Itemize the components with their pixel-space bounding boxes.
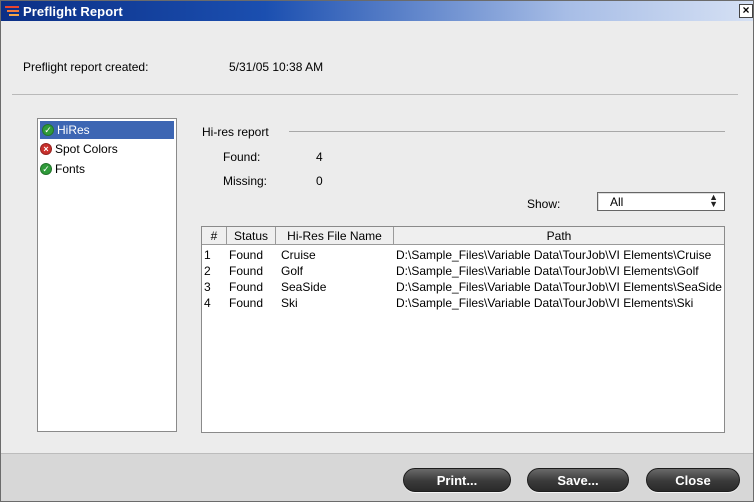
cell-path: D:\Sample_Files\Variable Data\TourJob\VI… [396, 280, 722, 294]
print-button[interactable]: Print... [403, 468, 511, 492]
cell-file-name: SeaSide [281, 280, 327, 294]
found-count: 4 [316, 150, 323, 164]
cell-file-name: Golf [281, 264, 304, 278]
button-bar [1, 453, 753, 501]
cell-status: Found [229, 296, 264, 310]
missing-count: 0 [316, 174, 323, 188]
cell-number: 1 [204, 248, 211, 262]
column-header-path[interactable]: Path [394, 227, 724, 245]
cell-number: 2 [204, 264, 211, 278]
table-row[interactable]: 2 Found Golf D:\Sample_Files\Variable Da… [202, 263, 724, 279]
category-label: HiRes [57, 123, 90, 137]
cell-file-name: Ski [281, 296, 298, 310]
category-item-fonts[interactable]: ✓ Fonts [38, 159, 176, 179]
close-button[interactable]: Close [646, 468, 740, 492]
category-label: Fonts [55, 162, 86, 176]
category-item-hires[interactable]: ✓ HiRes [40, 121, 174, 139]
cell-path: D:\Sample_Files\Variable Data\TourJob\VI… [396, 296, 694, 310]
cell-number: 4 [204, 296, 211, 310]
cell-file-name: Cruise [281, 248, 316, 262]
cell-number: 3 [204, 280, 211, 294]
hires-table: # Status Hi-Res File Name Path 1 Found C… [201, 226, 725, 433]
cell-path: D:\Sample_Files\Variable Data\TourJob\VI… [396, 248, 712, 262]
table-row[interactable]: 3 Found SeaSide D:\Sample_Files\Variable… [202, 279, 724, 295]
save-button[interactable]: Save... [527, 468, 629, 492]
column-header-file-name[interactable]: Hi-Res File Name [276, 227, 394, 245]
cell-status: Found [229, 248, 264, 262]
check-icon: ✓ [40, 163, 52, 175]
report-title: Hi-res report [202, 125, 269, 139]
cell-path: D:\Sample_Files\Variable Data\TourJob\VI… [396, 264, 699, 278]
column-header-status[interactable]: Status [227, 227, 276, 245]
show-filter-select[interactable]: All ▲ ▼ [597, 192, 725, 211]
missing-label: Missing: [223, 174, 268, 188]
table-header: # Status Hi-Res File Name Path [202, 227, 724, 245]
category-list: ✓ HiRes × Spot Colors ✓ Fonts [37, 118, 177, 432]
table-row[interactable]: 4 Found Ski D:\Sample_Files\Variable Dat… [202, 295, 724, 311]
check-icon: ✓ [42, 124, 54, 136]
category-label: Spot Colors [55, 142, 118, 156]
show-filter-value: All [610, 194, 624, 209]
found-label: Found: [223, 150, 261, 164]
error-icon: × [40, 143, 52, 155]
column-header-number[interactable]: # [202, 227, 227, 245]
show-label: Show: [527, 197, 561, 211]
app-icon [4, 3, 20, 19]
cell-status: Found [229, 280, 264, 294]
header-divider [12, 94, 738, 95]
report-title-divider [289, 131, 725, 132]
cell-status: Found [229, 264, 264, 278]
window-title: Preflight Report [23, 3, 123, 19]
created-value: 5/31/05 10:38 AM [229, 60, 324, 74]
title-bar[interactable]: Preflight Report × [1, 1, 753, 21]
table-row[interactable]: 1 Found Cruise D:\Sample_Files\Variable … [202, 247, 724, 263]
preflight-report-window: Preflight Report × Preflight report crea… [0, 0, 754, 502]
updown-arrows-icon: ▲ ▼ [709, 192, 718, 209]
close-icon[interactable]: × [739, 4, 753, 18]
table-body: 1 Found Cruise D:\Sample_Files\Variable … [202, 247, 724, 311]
category-item-spot-colors[interactable]: × Spot Colors [38, 139, 176, 159]
created-label: Preflight report created: [23, 60, 149, 74]
